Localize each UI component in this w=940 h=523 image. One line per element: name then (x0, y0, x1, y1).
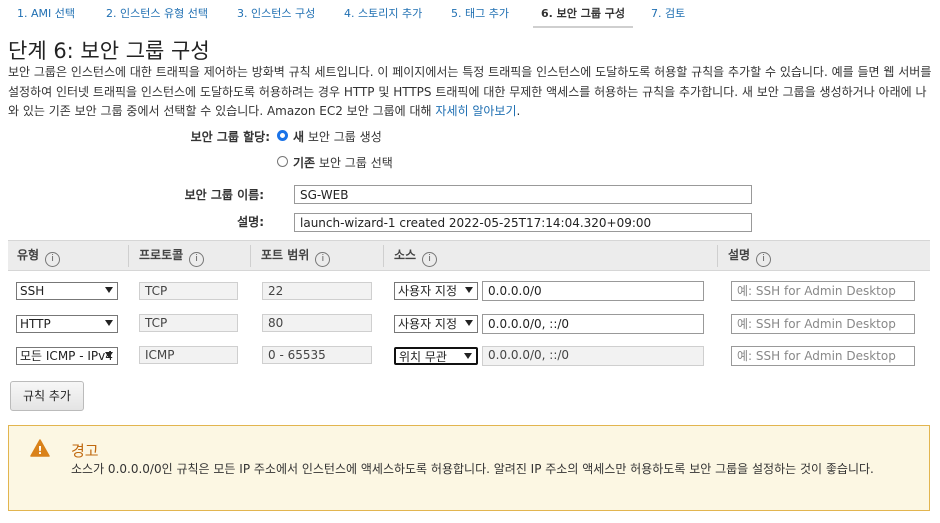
header-description-text: 설명 (728, 248, 751, 262)
header-port: 포트 범위 i (261, 241, 331, 270)
column-divider (717, 245, 718, 267)
group-desc-input[interactable]: launch-wizard-1 created 2022-05-25T17:14… (294, 213, 752, 232)
warning-title: 경고 (71, 442, 99, 460)
column-divider (250, 245, 251, 267)
rule-type-select[interactable]: HTTP (16, 315, 118, 333)
header-description: 설명 i (728, 241, 772, 270)
assign-label-text: 보안 그룹 할당: (190, 130, 270, 144)
rule-type-value: HTTP (20, 317, 51, 331)
info-icon[interactable]: i (45, 252, 61, 267)
rule-source-input[interactable]: 0.0.0.0/0 (482, 281, 704, 301)
rule-description-input[interactable]: 예: SSH for Admin Desktop (731, 346, 915, 366)
header-source: 소스 i (394, 241, 438, 270)
step-review[interactable]: 7. 검토 (651, 0, 685, 26)
rule-port: 0 - 65535 (262, 346, 372, 364)
rules-table-header: 유형 i 프로토콜 i 포트 범위 i 소스 i 설명 i (8, 240, 930, 271)
assign-label: 보안 그룹 할당: (20, 128, 270, 145)
chevron-down-icon (465, 287, 473, 293)
add-rule-button[interactable]: 규칙 추가 (10, 381, 84, 411)
radio-new-group[interactable] (277, 130, 288, 141)
radio-existing-label[interactable]: 기존 보안 그룹 선택 (293, 154, 393, 171)
rule-description-input[interactable]: 예: SSH for Admin Desktop (731, 314, 915, 334)
radio-existing-rest: 보안 그룹 선택 (315, 156, 393, 170)
warning-icon-mark: ! (37, 444, 42, 457)
rule-source-select[interactable]: 위치 무관 (394, 347, 478, 365)
radio-new-bold: 새 (293, 130, 305, 144)
step-configure-instance[interactable]: 3. 인스턴스 구성 (237, 0, 315, 26)
rule-protocol: TCP (139, 282, 238, 300)
rule-source-input: 0.0.0.0/0, ::/0 (482, 346, 704, 366)
header-protocol-text: 프로토콜 (139, 248, 184, 262)
info-icon[interactable]: i (315, 252, 331, 267)
rule-description-input[interactable]: 예: SSH for Admin Desktop (731, 281, 915, 301)
chevron-down-icon (105, 320, 113, 326)
step-security-group[interactable]: 6. 보안 그룹 구성 (533, 0, 634, 28)
info-icon[interactable]: i (189, 252, 205, 267)
group-desc-label-text: 설명: (237, 215, 264, 229)
radio-new-label[interactable]: 새 보안 그룹 생성 (293, 128, 382, 145)
rule-type-select[interactable]: SSH (16, 282, 118, 300)
group-name-label-text: 보안 그룹 이름: (184, 188, 264, 202)
chevron-down-icon (105, 287, 113, 293)
header-port-text: 포트 범위 (261, 248, 310, 262)
rule-source-input[interactable]: 0.0.0.0/0, ::/0 (482, 314, 704, 334)
group-name-input[interactable]: SG-WEB (294, 185, 752, 204)
header-type: 유형 i (17, 241, 61, 270)
step-add-tags[interactable]: 5. 태그 추가 (451, 0, 509, 26)
step-instance-type[interactable]: 2. 인스턴스 유형 선택 (106, 0, 208, 26)
step-add-storage[interactable]: 4. 스토리지 추가 (344, 0, 422, 26)
rule-type-value: SSH (20, 284, 45, 298)
group-name-label: 보안 그룹 이름: (14, 186, 264, 203)
header-protocol: 프로토콜 i (139, 241, 205, 270)
rule-source-mode: 위치 무관 (399, 350, 447, 364)
rule-source-select[interactable]: 사용자 지정 (394, 315, 478, 333)
page-description: 보안 그룹은 인스턴스에 대한 트래픽을 제어하는 방화벽 규칙 세트입니다. … (8, 63, 936, 122)
rule-type-select[interactable]: 모든 ICMP - IPv4 (16, 347, 118, 365)
page-title: 단계 6: 보안 그룹 구성 (8, 39, 210, 63)
rule-port: 22 (262, 282, 372, 300)
rule-source-mode: 사용자 지정 (398, 317, 458, 331)
info-icon[interactable]: i (422, 252, 438, 267)
radio-existing-group[interactable] (277, 156, 288, 167)
rule-source-mode: 사용자 지정 (398, 284, 458, 298)
rule-port: 80 (262, 314, 372, 332)
learn-more-link[interactable]: 자세히 알아보기 (435, 104, 516, 118)
chevron-down-icon (464, 353, 472, 359)
info-icon[interactable]: i (756, 252, 772, 267)
column-divider (128, 245, 129, 267)
rule-type-value: 모든 ICMP - IPv4 (20, 349, 113, 363)
step-ami[interactable]: 1. AMI 선택 (17, 0, 75, 26)
radio-new-rest: 보안 그룹 생성 (304, 130, 382, 144)
header-type-text: 유형 (17, 248, 40, 262)
chevron-down-icon (465, 320, 473, 326)
rule-source-select[interactable]: 사용자 지정 (394, 282, 478, 300)
rule-protocol: TCP (139, 314, 238, 332)
description-period: . (516, 104, 521, 118)
chevron-down-icon (105, 352, 113, 358)
wizard-steps: 1. AMI 선택 2. 인스턴스 유형 선택 3. 인스턴스 구성 4. 스토… (0, 0, 940, 28)
column-divider (383, 245, 384, 267)
radio-existing-bold: 기존 (293, 156, 316, 170)
header-source-text: 소스 (394, 248, 417, 262)
warning-text: 소스가 0.0.0.0/0인 규칙은 모든 IP 주소에서 인스턴스에 액세스하… (71, 462, 874, 476)
group-desc-label: 설명: (14, 213, 264, 230)
warning-icon: ! (30, 439, 50, 457)
rule-protocol: ICMP (139, 346, 238, 364)
